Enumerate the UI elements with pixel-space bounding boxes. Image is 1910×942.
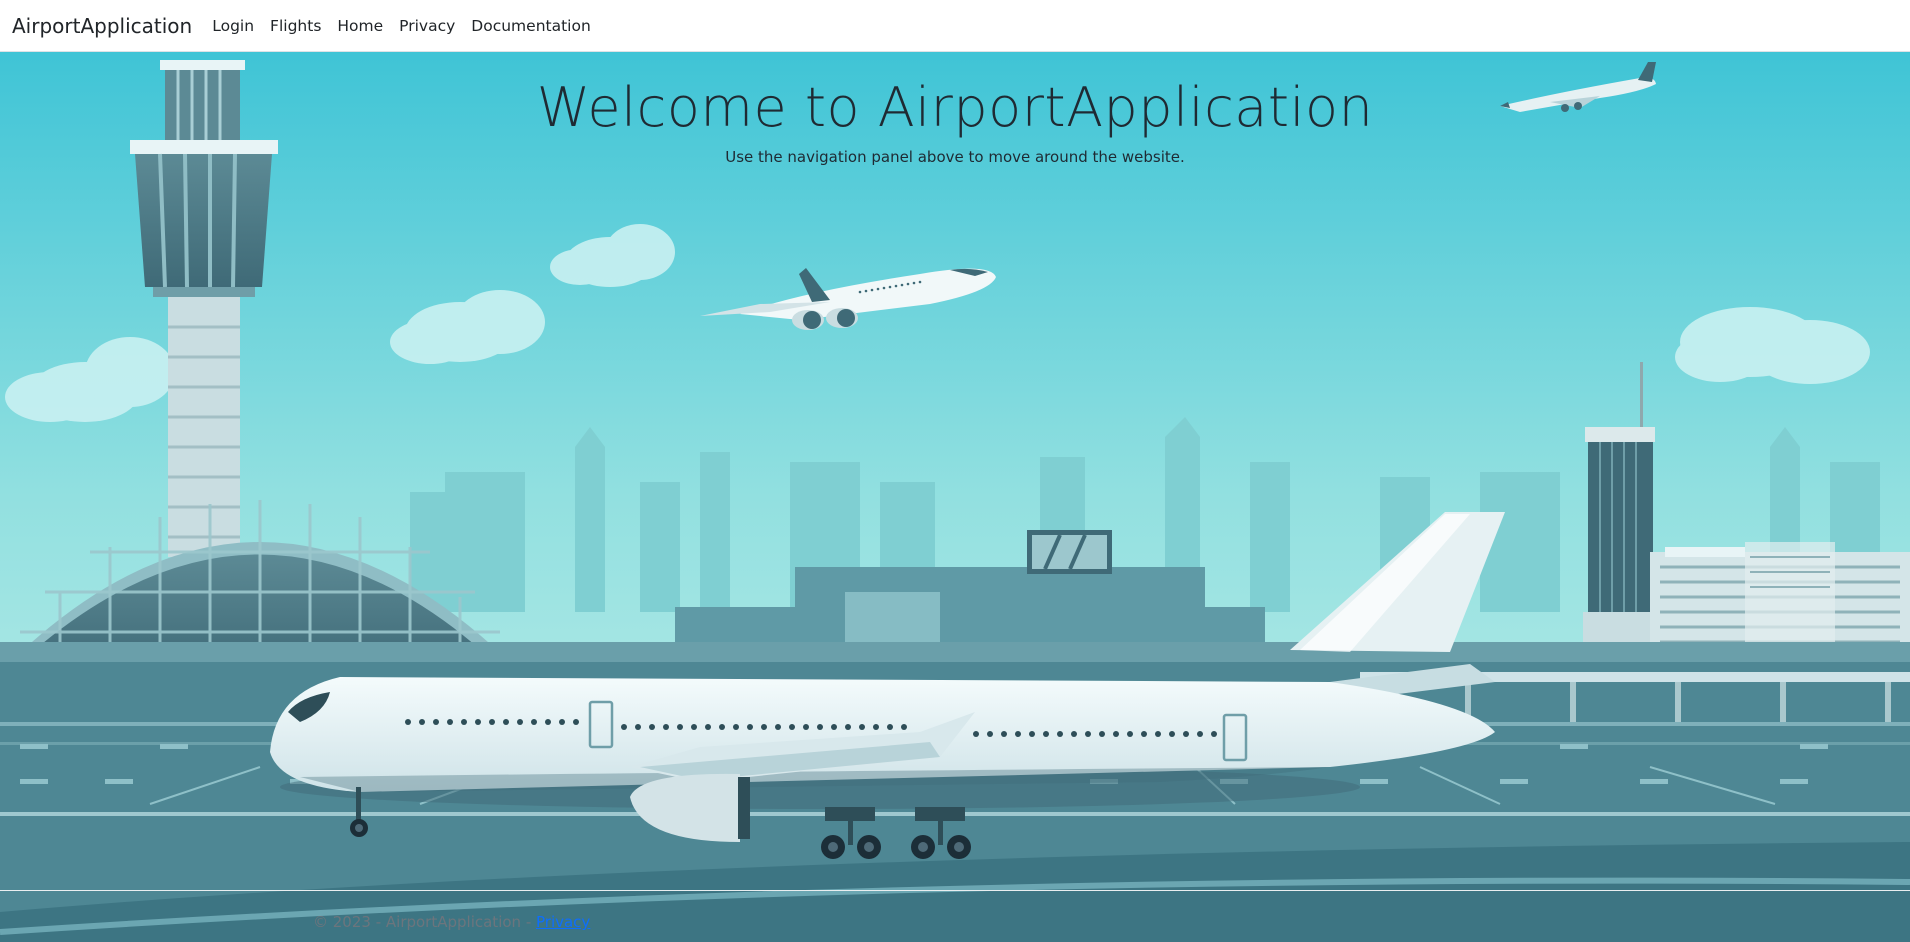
nav-link-documentation[interactable]: Documentation (463, 17, 599, 35)
nav-link-home[interactable]: Home (329, 17, 391, 35)
page-title: Welcome to AirportApplication (536, 76, 1374, 139)
page-subtitle: Use the navigation panel above to move a… (725, 148, 1185, 166)
footer-text: © 2023 - AirportApplication - Privacy (313, 913, 590, 931)
nav-link-login[interactable]: Login (204, 17, 262, 35)
footer: © 2023 - AirportApplication - Privacy (0, 890, 1910, 942)
airport-background-image (0, 52, 1910, 942)
nav-link-privacy[interactable]: Privacy (391, 17, 463, 35)
nav-link-flights[interactable]: Flights (262, 17, 329, 35)
top-navbar: AirportApplication Login Flights Home Pr… (0, 0, 1910, 52)
footer-copyright: © 2023 - AirportApplication - (313, 913, 536, 931)
hero-section: Welcome to AirportApplication Use the na… (0, 52, 1910, 942)
brand-link[interactable]: AirportApplication (12, 14, 192, 38)
footer-privacy-link[interactable]: Privacy (536, 913, 590, 931)
